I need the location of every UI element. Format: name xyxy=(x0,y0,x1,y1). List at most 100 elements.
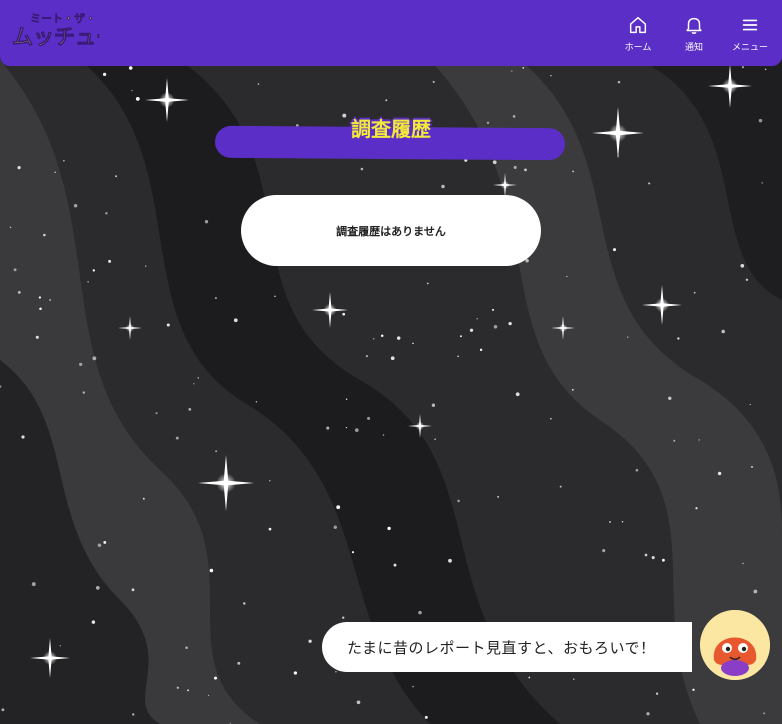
star xyxy=(390,356,395,361)
star xyxy=(91,620,96,624)
octopus-mascot-icon[interactable] xyxy=(700,610,770,680)
mascot-avatar xyxy=(700,610,770,680)
star xyxy=(434,438,436,440)
star xyxy=(102,72,107,77)
star xyxy=(492,160,497,165)
star xyxy=(412,685,414,688)
star xyxy=(175,436,179,440)
star xyxy=(207,694,210,696)
assistant-message: たまに昔のレポート見直すと、おもろいで！ xyxy=(347,638,656,657)
star xyxy=(493,325,498,329)
star xyxy=(17,166,21,170)
star xyxy=(426,282,429,285)
nav-menu[interactable]: メニュー xyxy=(722,14,778,58)
star xyxy=(345,398,348,400)
sparkle-glow xyxy=(415,421,425,431)
star xyxy=(668,396,672,401)
star xyxy=(695,507,698,510)
star xyxy=(635,468,639,472)
sparkle-glow xyxy=(500,180,510,190)
star xyxy=(79,362,83,367)
star xyxy=(333,525,337,529)
star xyxy=(571,388,574,391)
star xyxy=(35,335,39,339)
star xyxy=(522,67,525,69)
star xyxy=(237,661,241,665)
sparkle-glow xyxy=(323,303,337,317)
star xyxy=(87,281,89,283)
star xyxy=(13,268,17,272)
star xyxy=(342,312,346,316)
star xyxy=(365,354,369,358)
star xyxy=(354,428,359,432)
star xyxy=(108,259,112,263)
star xyxy=(131,588,135,592)
star xyxy=(644,553,648,557)
star xyxy=(131,713,135,716)
sparkle-glow xyxy=(43,651,57,665)
sparkle-glow xyxy=(722,78,738,94)
star xyxy=(193,383,195,385)
svg-text:ムッチュー人: ムッチュー人 xyxy=(12,25,100,49)
star xyxy=(572,170,574,173)
star xyxy=(763,712,766,715)
star xyxy=(750,465,754,468)
star xyxy=(215,450,217,452)
star xyxy=(243,602,246,605)
star xyxy=(648,182,651,185)
star xyxy=(385,99,388,102)
bell-icon xyxy=(686,17,702,34)
svg-text:ミート・ザ・: ミート・ザ・ xyxy=(30,12,96,25)
star xyxy=(209,568,214,573)
star xyxy=(424,715,428,719)
star xyxy=(255,401,258,403)
star xyxy=(39,307,42,311)
star xyxy=(92,356,97,361)
star xyxy=(373,338,375,340)
star xyxy=(749,403,751,406)
star xyxy=(476,318,478,320)
star xyxy=(185,646,188,650)
nav-notifications-label: 通知 xyxy=(684,43,703,53)
star xyxy=(356,700,361,705)
star xyxy=(188,408,192,411)
star xyxy=(673,439,676,442)
star xyxy=(479,348,483,352)
star xyxy=(677,337,680,340)
star xyxy=(550,74,552,77)
star xyxy=(396,336,401,340)
star xyxy=(655,692,659,695)
star xyxy=(741,66,744,69)
empty-state-card: 調査履歴はありません xyxy=(241,195,541,266)
star xyxy=(49,299,52,301)
star xyxy=(17,290,21,294)
star xyxy=(559,485,562,488)
star xyxy=(441,184,445,189)
nav-notifications[interactable]: 通知 xyxy=(666,14,722,58)
star xyxy=(431,403,436,407)
sparkle-glow xyxy=(125,323,135,333)
star xyxy=(566,275,568,278)
sparkle-glow xyxy=(159,92,175,108)
star xyxy=(497,496,499,498)
star xyxy=(651,556,655,560)
star xyxy=(393,563,397,567)
empty-state-message: 調査履歴はありません xyxy=(336,224,446,238)
home-icon xyxy=(629,16,647,34)
star xyxy=(457,499,460,503)
star xyxy=(513,165,517,169)
star xyxy=(721,329,725,334)
star xyxy=(382,434,385,436)
nav-home[interactable]: ホーム xyxy=(610,14,666,58)
star xyxy=(128,66,133,70)
star xyxy=(131,89,133,92)
star xyxy=(609,521,611,523)
nav-menu-label: メニュー xyxy=(731,43,768,53)
star xyxy=(621,520,624,523)
site-logo[interactable]: ミート・ザ・ ムッチュー人 xyxy=(10,8,139,54)
star xyxy=(268,527,272,531)
star xyxy=(573,678,575,680)
nav-home-label: ホーム xyxy=(624,43,652,53)
star xyxy=(92,269,96,272)
star xyxy=(142,497,145,500)
